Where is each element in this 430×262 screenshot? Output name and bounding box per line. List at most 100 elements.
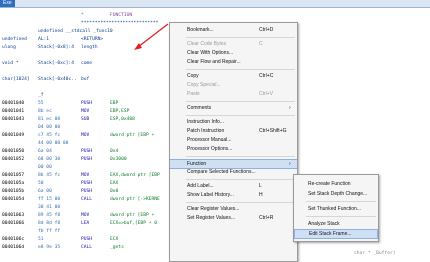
menu-item-shortcut: Ctrl+C [259, 73, 274, 79]
listing-comment: char * _Buffer) [354, 251, 396, 256]
menu-separator [186, 202, 295, 203]
listing-c1: 68 00 30 [38, 157, 61, 162]
listing-c3: 0x3000 [110, 157, 127, 162]
menu-item-clear-code-bytes: Clear Code Bytes C [170, 40, 297, 49]
listing-c1: 6a 00 [38, 189, 52, 194]
submenu-separator [306, 216, 376, 217]
listing-c3: dword ptr [->KERNE [110, 197, 160, 202]
menu-item-paste: Paste Ctrl+V [170, 90, 297, 99]
tab-strip: Exe [0, 0, 430, 8]
listing-c2: LEA [81, 221, 90, 226]
menu-item-processor-manual[interactable]: Processor Manual... [170, 136, 297, 145]
listing-c1: 51 [38, 237, 44, 242]
tab-exe[interactable]: Exe [0, 0, 15, 7]
menu-item-processor-options[interactable]: Processor Options... [170, 145, 297, 154]
menu-separator [186, 101, 295, 102]
listing-c2: <RETURN> [81, 37, 104, 42]
menu-item-label: Processor Manual... [187, 137, 232, 143]
submenu-item-set-stack-depth-change[interactable]: Set Stack Depth Change... [294, 189, 378, 199]
listing-c2: MOV [81, 173, 90, 178]
menu-item-comments[interactable]: Comments › [170, 104, 297, 113]
listing-c3: 0x4 [110, 149, 119, 154]
submenu-item-label: Set Stack Depth Change... [308, 191, 368, 197]
menu-item-label: Function [187, 161, 207, 167]
listing-c3: _gets [110, 245, 124, 250]
menu-item-clear-flow-and-repair[interactable]: Clear Flow and Repair... [170, 58, 297, 67]
listing-c1: 8b ec [38, 109, 52, 114]
menu-item-copy[interactable]: Copy Ctrl+C [170, 72, 297, 81]
listing-c0: 00401041 [2, 109, 25, 114]
listing-c2: PUSH [81, 157, 93, 162]
listing-c1: c7 45 fc [38, 133, 61, 138]
listing-c0: 0040106c [2, 237, 25, 242]
menu-item-compare-selected-functions[interactable]: Compare Selected Functions... [170, 168, 297, 177]
menu-item-shortcut: Ctrl+R [259, 215, 274, 221]
menu-item-shortcut: H [259, 192, 263, 198]
menu-item-set-register-values[interactable]: Set Register Values... Ctrl+R [170, 214, 297, 223]
menu-item-clear-with-options[interactable]: Clear With Options... [170, 49, 297, 58]
listing-c3: ECX [110, 237, 119, 242]
listing-c2: PUSH [81, 189, 93, 194]
listing-c1: undefined __stdcall _func10 [38, 29, 113, 34]
listing-c0: 0040105a [2, 181, 25, 186]
menu-item-shortcut: Ctrl+Shift+G [259, 128, 287, 134]
submenu-item-analyze-stack[interactable]: Analyze Stack [294, 219, 378, 229]
menu-separator [186, 37, 295, 38]
listing-c1: Stack[-0x8]:4 [38, 45, 74, 50]
listing-c2: SUB [81, 117, 90, 122]
listing-c0: 00401050 [2, 149, 25, 154]
listing-c1: 8b 45 fc [38, 173, 61, 178]
menu-item-label: Copy Special... [187, 82, 221, 88]
listing-c1: 50 [38, 181, 44, 186]
submenu-item-label: Analyze Stack [308, 221, 340, 227]
submenu-arrow-icon: › [289, 105, 291, 111]
submenu-item-set-thunked-function[interactable]: Set Thunked Function... [294, 204, 378, 214]
menu-item-label: Show Label History... [187, 192, 234, 198]
menu-item-label: Clear With Options... [187, 50, 234, 56]
menu-item-label: Patch Instruction [187, 128, 225, 134]
menu-item-show-label-history[interactable]: Show Label History... H [170, 191, 297, 200]
menu-item-shortcut: Ctrl+D [259, 27, 274, 33]
menu-item-label: Paste [187, 91, 200, 97]
listing-c2: length [81, 45, 98, 50]
listing-c3: EBP,ESP [110, 109, 130, 114]
menu-item-instruction-info[interactable]: Instruction Info... [170, 118, 297, 127]
listing-c1: 44 00 00 00 [38, 141, 69, 146]
menu-item-label: Processor Options... [187, 146, 233, 152]
listing-c3: ESP,0x408 [110, 117, 135, 122]
listing-c3: ECX=>buf,[EBP + 0 [110, 221, 158, 226]
listing-c1: fb ff ff [38, 229, 61, 234]
listing-c2: MOV [81, 109, 90, 114]
listing-c2: PUSH [81, 181, 93, 186]
listing-c2: buf [81, 77, 90, 82]
listing-c0: 0040105b [2, 189, 25, 194]
listing-c2: PUSH [81, 149, 93, 154]
listing-c1: 81 ec 08 [38, 117, 61, 122]
menu-separator [186, 156, 295, 157]
listing-c2: PUSH [81, 101, 93, 106]
listing-c3: EAX,dword ptr [EBP [110, 173, 160, 178]
listing-c0: 0040106d [2, 245, 25, 250]
listing-c0: 00401052 [2, 157, 25, 162]
listing-c0: 00401040 [2, 101, 25, 106]
menu-item-label: Compare Selected Functions... [187, 169, 256, 175]
listing-c2: PUSH [81, 237, 93, 242]
listing-c0: char[1024] [2, 77, 30, 82]
menu-item-patch-instruction[interactable]: Patch Instruction Ctrl+Shift+G [170, 127, 297, 136]
submenu-separator [306, 201, 376, 202]
menu-item-clear-register-values[interactable]: Clear Register Values... [170, 205, 297, 214]
listing-c0: void * [2, 61, 19, 66]
listing-c3: FUNCTION [110, 13, 133, 18]
listing-c1: 6a 04 [38, 149, 52, 154]
menu-item-add-label[interactable]: Add Label... L [170, 182, 297, 191]
submenu-item-edit-stack-frame[interactable]: Edit Stack Frame... [294, 229, 378, 239]
menu-item-label: Add Label... [187, 183, 214, 189]
menu-item-label: Bookmark... [187, 27, 214, 33]
function-submenu: Re-create Function Set Stack Depth Change… [293, 174, 379, 242]
menu-separator [186, 115, 295, 116]
menu-item-bookmark[interactable]: Bookmark... Ctrl+D [170, 26, 297, 35]
menu-separator [186, 69, 295, 70]
listing-c0: 00401057 [2, 173, 25, 178]
menu-item-copy-special: Copy Special... [170, 81, 297, 90]
submenu-item-re-create-function[interactable]: Re-create Function [294, 179, 378, 189]
